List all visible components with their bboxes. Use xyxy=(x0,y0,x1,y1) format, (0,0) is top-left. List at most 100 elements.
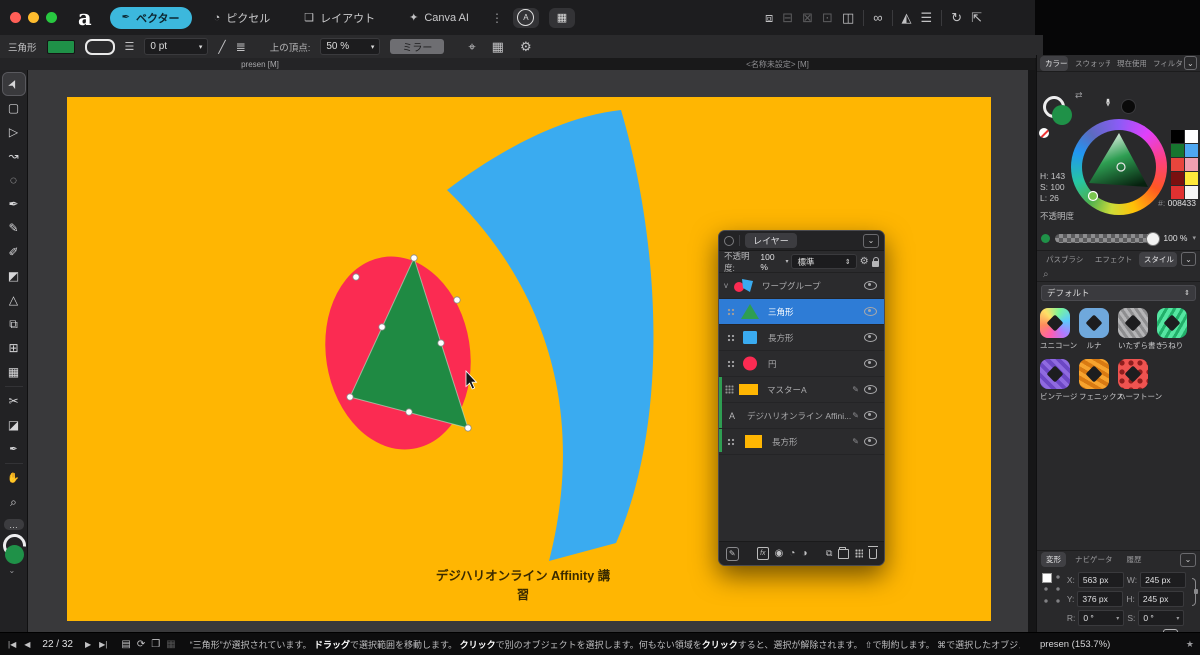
close-window-button[interactable] xyxy=(10,12,21,23)
view-hand-tool[interactable]: ✋ xyxy=(3,467,25,489)
style-thumbnail[interactable] xyxy=(1157,308,1187,338)
visibility-eye-icon[interactable] xyxy=(864,385,877,394)
panel-dock-icon[interactable] xyxy=(724,236,734,246)
swatch[interactable] xyxy=(1185,144,1198,157)
boolean-combine-icon[interactable]: ◫ xyxy=(842,10,854,26)
style-thumbnail[interactable] xyxy=(1079,359,1109,389)
layer-row-text[interactable]: A デジハリオンライン Affini... ✎ xyxy=(719,403,884,429)
persona-tab-vector[interactable]: ✒ ベクター xyxy=(110,7,192,29)
tab-styles[interactable]: スタイル xyxy=(1139,252,1177,267)
swatch[interactable] xyxy=(1171,172,1184,185)
edit-pencil-icon[interactable]: ✎ xyxy=(852,437,859,446)
pen-tool[interactable]: ✒ xyxy=(3,193,25,215)
transform-separately-icon[interactable]: ↻ xyxy=(951,10,962,26)
blend-mode-select[interactable]: 標準 ⇕ xyxy=(791,254,856,269)
fill-color-well[interactable] xyxy=(1052,105,1072,125)
zoom-tool[interactable]: ⌕ xyxy=(3,491,25,513)
alignment-icon[interactable]: ☰ xyxy=(921,10,933,26)
move-tool[interactable]: ➤ xyxy=(3,73,25,95)
style-thumbnail[interactable] xyxy=(1040,308,1070,338)
layer-settings-gear-icon[interactable]: ⚙ xyxy=(860,256,869,267)
fill-color-swatch[interactable] xyxy=(47,40,75,54)
tab-swatches[interactable]: スウォッチ xyxy=(1070,56,1110,71)
tab-navigator[interactable]: ナビゲータ xyxy=(1070,552,1118,567)
settings-gear-icon[interactable]: ⚙ xyxy=(520,39,532,55)
hsl-triangle[interactable] xyxy=(1071,119,1167,215)
artboard-tool[interactable]: ▢ xyxy=(3,97,25,119)
layer-row-triangle[interactable]: 三角形 xyxy=(719,299,884,325)
favorite-star-icon[interactable]: ★ xyxy=(1186,639,1194,650)
eyedropper-icon[interactable]: ✒ xyxy=(1101,98,1114,107)
persona-tab-pixel[interactable]: ◔ ピクセル xyxy=(202,7,283,29)
persona-tab-canva-ai[interactable]: ✦ Canva AI xyxy=(397,7,481,29)
tab-history[interactable]: 履歴 xyxy=(1122,552,1147,567)
knife-tool[interactable]: ✂ xyxy=(3,390,25,412)
pixel-grid-icon[interactable]: ▦ xyxy=(492,39,504,55)
swatch[interactable] xyxy=(1185,172,1198,185)
rotation-field[interactable]: 0 °▾ xyxy=(1078,610,1124,626)
layers-panel-header[interactable]: レイヤー ⌄ xyxy=(719,231,884,251)
edit-pencil-icon[interactable]: ✎ xyxy=(852,411,859,420)
visibility-eye-icon[interactable] xyxy=(864,437,877,446)
tab-current[interactable]: 現在使用 xyxy=(1112,56,1146,71)
swap-fill-stroke-icon[interactable]: ⌄ xyxy=(9,566,16,575)
fill-stroke-wells[interactable]: ⌄ xyxy=(1,534,27,578)
group-layers-folder-icon[interactable] xyxy=(838,549,849,559)
contour-tool[interactable]: ↝ xyxy=(3,145,25,167)
style-item-phoenix[interactable]: フェニックス xyxy=(1079,359,1109,402)
place-image-tool[interactable]: ▦ xyxy=(3,361,25,383)
shear-field[interactable]: 0 °▾ xyxy=(1138,610,1184,626)
picked-color-swatch[interactable] xyxy=(1121,99,1136,114)
style-item-scribble[interactable]: いたずら書き xyxy=(1118,308,1148,351)
cycle-selection-icon[interactable]: ⇱ xyxy=(971,10,982,26)
app-grid-button[interactable]: ▦ xyxy=(549,8,575,28)
h-field[interactable]: 245 px xyxy=(1138,591,1184,607)
layer-row-warp-group[interactable]: v ワープグループ xyxy=(719,273,884,299)
x-field[interactable]: 563 px xyxy=(1078,572,1124,588)
y-field[interactable]: 376 px xyxy=(1077,591,1123,607)
opacity-slider[interactable] xyxy=(1055,234,1158,243)
style-item-vintage[interactable]: ビンテージ xyxy=(1040,359,1070,402)
style-item-luna[interactable]: ルナ xyxy=(1079,308,1109,351)
corner-tool[interactable]: ◌ xyxy=(3,169,25,191)
swatch[interactable] xyxy=(1171,158,1184,171)
tab-path-brushes[interactable]: パスブラシ xyxy=(1041,252,1086,267)
zoom-readout[interactable]: presen (153.7%) xyxy=(1040,639,1110,650)
more-tools-button[interactable]: … xyxy=(4,519,24,530)
panel-menu-chevron-icon[interactable]: ⌄ xyxy=(863,234,879,248)
style-paint-tool[interactable]: ◪ xyxy=(3,414,25,436)
boolean-divide-icon[interactable]: ⊡ xyxy=(822,10,833,26)
layer-row-circle[interactable]: 円 xyxy=(719,351,884,377)
visibility-eye-icon[interactable] xyxy=(864,333,877,342)
w-field[interactable]: 245 px xyxy=(1140,572,1186,588)
caret-down-icon[interactable]: ▾ xyxy=(1192,234,1196,242)
boolean-intersect-icon[interactable]: ⊠ xyxy=(802,10,813,26)
style-item-halftone[interactable]: ハーフトーン xyxy=(1118,359,1148,402)
vertex-dropdown[interactable]: 50 % ▾ xyxy=(320,38,380,55)
swatch[interactable] xyxy=(1171,130,1184,143)
style-item-swirl[interactable]: うねり xyxy=(1157,308,1187,351)
pages-panel-icon[interactable]: ▤ xyxy=(121,639,130,650)
boolean-subtract-icon[interactable]: ⊟ xyxy=(782,10,793,26)
boolean-add-icon[interactable]: ⧈ xyxy=(765,10,773,26)
link-dimensions-icon[interactable] xyxy=(1192,578,1196,606)
layer-effects-icon[interactable]: fx xyxy=(757,547,769,560)
more-personas-icon[interactable]: ⋮ xyxy=(491,11,503,25)
swap-colors-icon[interactable]: ⇄ xyxy=(1075,90,1083,101)
opacity-slider-knob[interactable] xyxy=(1146,232,1160,246)
anchor-point-selector[interactable] xyxy=(1041,572,1061,606)
minimize-window-button[interactable] xyxy=(28,12,39,23)
layer-row-rectangle-bg[interactable]: 長方形 ✎ xyxy=(719,429,884,455)
style-link-icon[interactable]: ∞ xyxy=(873,10,882,25)
flip-horizontal-icon[interactable]: ◭ xyxy=(902,10,912,26)
styles-category-select[interactable]: デフォルト ⇕ xyxy=(1041,285,1196,301)
next-page-icon[interactable]: ▶ xyxy=(85,640,91,649)
shape-tool[interactable]: △ xyxy=(3,289,25,311)
last-page-icon[interactable]: ▶| xyxy=(99,640,107,649)
page-counter[interactable]: 22 / 32 xyxy=(42,639,73,650)
stroke-width-dropdown[interactable]: 0 pt ▾ xyxy=(144,38,208,55)
sync-pages-icon[interactable]: ⟳ xyxy=(137,639,145,650)
fill-gradient-tool[interactable]: ◩ xyxy=(3,265,25,287)
hex-value[interactable]: 008433 xyxy=(1168,198,1196,208)
spread-icon[interactable]: ❐ xyxy=(151,639,160,650)
